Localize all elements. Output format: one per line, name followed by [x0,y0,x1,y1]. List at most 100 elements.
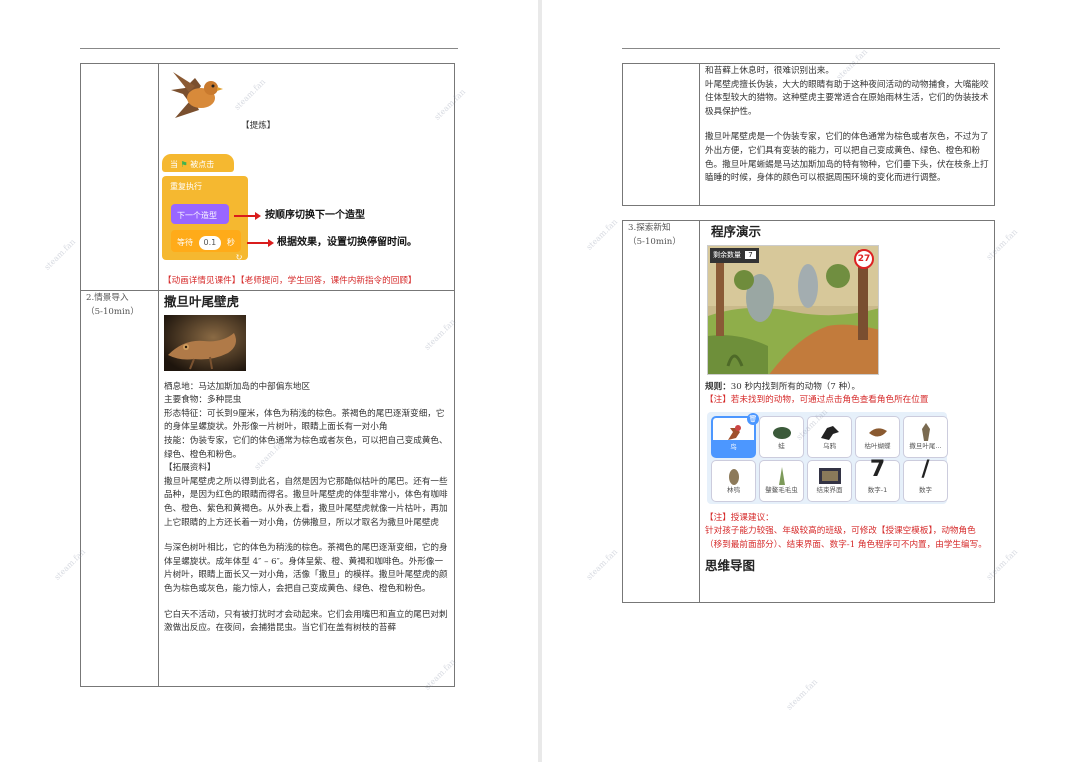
teaching-suggestion-text: 针对孩子能力较强、年级较高的班级，可修改【授课空模板】，动物角色（移到最前面部分… [705,526,987,550]
row-stage-cell: 3.探索新知 （5-10min） [622,220,700,603]
document-page-left: 【提炼】 当 ⚑ 被点击 重复执行 下一个造型 等待 0.1 秒 ↻ 按顺序切换… [0,0,538,762]
arrow-icon [247,239,274,247]
stage-duration: （5-10min） [86,306,139,317]
table-row: 2.情景导入 （5-10min） 撒旦叶尾壁虎 栖息地：马达加斯加岛的中部偏东地… [80,290,455,687]
green-flag-icon: ⚑ [180,160,188,169]
sprite-label: 躄鳌毛毛虫 [765,486,798,495]
loop-arrow-icon: ↻ [235,253,243,263]
behavior-paragraph: 它白天不活动，只有被打扰时才会动起来。它们会用嘴巴和直立的尾巴对刺激做出反应。在… [164,609,448,634]
forever-label: 重复执行 [170,182,202,191]
courseware-note: 【动画详情见课件】【老师提问，学生回答，课件内新指令的回顾】 [163,276,417,286]
stage-title: 3.探索新知 [628,223,671,233]
rule-text: 30 秒内找到所有的动物（7 种）。 [730,381,861,392]
lesson-table-right-2: 3.探索新知 （5-10min） 程序演示 剩余数量 7 27 规则：30 秒内… [622,220,995,603]
sprite-label: 数字 [919,486,932,495]
leaf-butterfly-icon [869,428,887,437]
skill-text: 技能：伪装专家，它们的体色通常为棕色或者灰色，可以把自己变成黄色、绿色、橙色和粉… [164,435,448,460]
description-paragraph: 与深色树叶相比，它的体色为稍浅的棕色。茶褐色的尾巴逐渐变细，它的身体呈螺旋状。成… [164,543,448,594]
header-rule [622,48,1000,49]
remaining-value: 7 [745,250,756,259]
frog-icon [773,426,791,439]
watermark-text: steam.fan [784,677,820,712]
row-content-cell: 撒旦叶尾壁虎 栖息地：马达加斯加岛的中部偏东地区 主要食物：多种昆虫 形态特征：… [158,290,455,687]
sprite-owl[interactable]: 林鸮 [711,459,756,502]
annotation-next-costume: 按顺序切换下一个造型 [265,210,365,221]
gecko-photo [164,314,246,371]
remaining-label: 剩余数量 [713,250,741,259]
habitat-text: 栖息地：马达加斯加岛的中部偏东地区 [164,381,311,392]
when-flag-clicked-block: 当 ⚑ 被点击 [162,154,234,172]
camouflage-expert-paragraph: 撒旦叶尾壁虎是一个伪装专家，它们的体色通常为棕色或者灰色，不过为了外出方便，它们… [705,132,989,184]
row-stage-cell: 2.情景导入 （5-10min） [80,290,159,687]
remaining-counter: 剩余数量 7 [710,247,759,264]
sprite-label: 枯叶蝴蝶 [864,442,891,451]
wait-label: 等待 [177,238,193,247]
sprite-digit[interactable]: / 数字 [903,456,948,502]
sprite-bird[interactable]: 鸟 🗑 [711,412,759,458]
document-page-right: 和苔藓上休息时，很难识别出来。 叶尾壁虎擅长伪装，大大的眼睛有助于这种夜间活动的… [542,0,1080,762]
caption-summary: 【提炼】 [241,121,276,131]
row-content-cell: 【提炼】 当 ⚑ 被点击 重复执行 下一个造型 等待 0.1 秒 ↻ 按顺序切换… [158,63,455,291]
watermark-text: steam.fan [584,217,620,252]
extension-text: 撒旦叶尾壁虎之所以得到此名，自然是因为它那酷似枯叶的尾巴。还有一些品种，是因为红… [164,476,448,528]
watermark-text: steam.fan [584,547,620,582]
crow-icon [821,425,839,440]
sprite-label: 数字-1 [867,486,888,495]
table-row: 和苔藓上休息时，很难识别出来。 叶尾壁虎擅长伪装，大大的眼睛有助于这种夜间活动的… [622,63,995,206]
sprite-end-screen[interactable]: 结束界面 [807,459,852,502]
continued-text: 和苔藓上休息时，很难识别出来。 [705,66,834,76]
wait-unit-label: 秒 [226,238,235,247]
digit-seven-glyph: 7 [869,456,886,482]
row-stage-cell [80,63,159,291]
delete-icon[interactable]: 🗑 [747,412,759,425]
lesson-table-right: 和苔藓上休息时，很难识别出来。 叶尾壁虎擅长伪装，大大的眼睛有助于这种夜间活动的… [622,63,995,206]
camouflage-text: 叶尾壁虎擅长伪装，大大的眼睛有助于这种夜间活动的动物捕食，大嘴能咬住体型较大的猎… [705,79,989,117]
digit-one-glyph: / [921,456,930,482]
sprite-leaf-butterfly[interactable]: 枯叶蝴蝶 [855,415,900,458]
section-heading: 程序演示 [711,224,762,239]
sprite-caterpillar[interactable]: 躄鳌毛毛虫 [759,459,804,502]
countdown-timer: 27 [854,248,874,269]
wait-block: 等待 0.1 秒 [171,230,241,252]
row-stage-cell [622,63,700,206]
header-rule [80,48,458,49]
sprite-label: 结束界面 [816,486,843,495]
lesson-table-left: 【提炼】 当 ⚑ 被点击 重复执行 下一个造型 等待 0.1 秒 ↻ 按顺序切换… [80,63,455,687]
sprite-satanic-gecko[interactable]: 撒旦叶尾... [903,415,948,458]
sprite-label: 蛙 [778,442,785,451]
teaching-suggestion-title: 【注】授课建议： [705,512,774,523]
mindmap-heading: 思维导图 [705,557,756,573]
sprite-location-note: 【注】若未找到的动物，可通过点击角色查看角色所在位置 [705,395,929,406]
sprite-label: 林鸮 [727,486,740,495]
section-heading: 撒旦叶尾壁虎 [164,294,240,309]
watermark-text: steam.fan [42,237,78,272]
rule-label: 规则： [705,381,731,392]
stage-title: 2.情景导入 [86,293,129,303]
next-costume-label: 下一个造型 [177,211,217,220]
sprite-crow[interactable]: 乌鸦 [807,415,852,458]
sprite-frog[interactable]: 蛙 [759,415,804,458]
row-content-cell: 和苔藓上休息时，很难识别出来。 叶尾壁虎擅长伪装，大大的眼睛有助于这种夜间活动的… [699,63,995,206]
sprite-panel: 鸟 🗑 蛙 乌鸦 枯叶蝴蝶 撒旦叶尾... 林鸮 躄鳌毛毛虫 结束界面 7 数字… [707,411,948,504]
wait-value-input: 0.1 [198,236,222,250]
sprite-label: 撒旦叶尾... [909,442,942,451]
row-content-cell: 程序演示 剩余数量 7 27 规则：30 秒内找到所有的动物（7 种）。 【注】… [699,220,995,603]
next-costume-block: 下一个造型 [171,204,229,224]
sprite-digit-1[interactable]: 7 数字-1 [855,456,900,502]
forest-scene [708,245,878,374]
extension-title: 【拓展资料】 [164,463,216,474]
end-screen-icon [819,467,841,484]
annotation-wait: 根据效果，设置切换停留时间。 [277,237,417,248]
food-text: 主要食物：多种昆虫 [164,395,242,406]
sprite-label: 乌鸦 [823,442,836,451]
table-row: 【提炼】 当 ⚑ 被点击 重复执行 下一个造型 等待 0.1 秒 ↻ 按顺序切换… [80,63,455,291]
when-flag-label: 当 [170,160,178,169]
table-row: 3.探索新知 （5-10min） 程序演示 剩余数量 7 27 规则：30 秒内… [622,220,995,603]
owl-icon [729,468,739,485]
game-stage-preview: 剩余数量 7 27 [707,244,879,375]
bird-sprite-icon [171,72,223,118]
when-flag-tail-label: 被点击 [190,160,215,169]
sprite-label: 鸟 [713,440,754,456]
morphology-text: 形态特征：可长到9厘米，体色为稍浅的棕色。茶褐色的尾巴逐渐变细，它的身体呈螺旋状… [164,408,445,433]
stage-duration: （5-10min） [628,236,681,247]
